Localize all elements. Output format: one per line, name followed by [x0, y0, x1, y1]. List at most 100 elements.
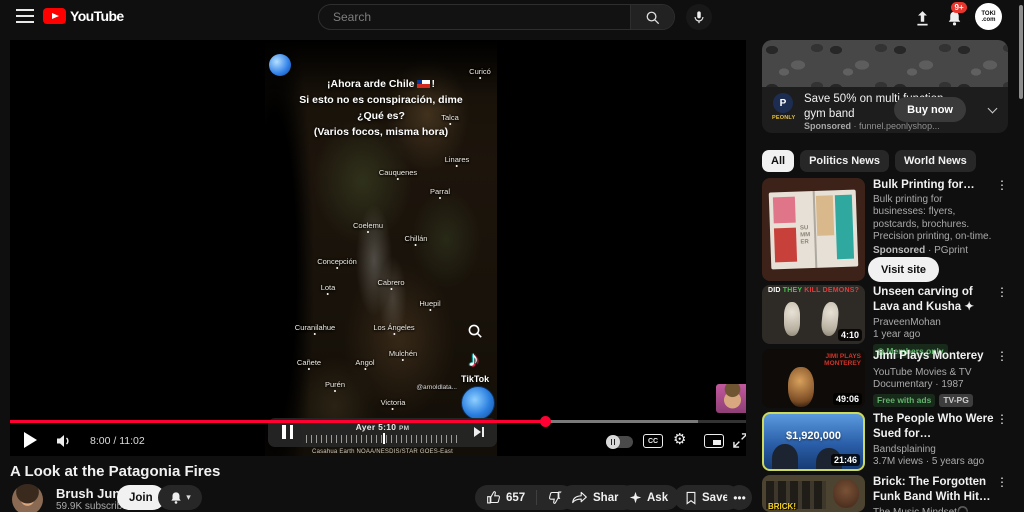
video-item-channel: PraveenMohan: [873, 317, 995, 328]
chip-all[interactable]: All: [762, 150, 794, 172]
thumbnail-caption: DID THEY KILL DEMONS?: [762, 287, 865, 294]
chevron-down-icon: ▾: [186, 492, 191, 503]
tiktok-watermark: @arnoldlata...: [305, 384, 457, 391]
chip-politics-news[interactable]: Politics News: [800, 150, 889, 172]
map-globe-icon: [269, 54, 291, 76]
video-thumbnail[interactable]: DID THEY KILL DEMONS? 4:10: [762, 285, 865, 344]
item-menu-icon[interactable]: ⋮: [996, 178, 1008, 192]
page-scrollbar[interactable]: [1019, 5, 1023, 99]
carving-figure: [784, 302, 800, 336]
recommended-video-item: $1,920,000 21:46 The People Who Were Sue…: [762, 412, 1008, 471]
tiktok-search-icon: [467, 323, 483, 339]
search-button[interactable]: [630, 5, 674, 29]
video-item-title[interactable]: Unseen carving of Lava and Kusha ✦: [873, 285, 995, 314]
notification-preference-button[interactable]: ▾: [158, 485, 202, 510]
sparkle-icon: [629, 491, 642, 504]
fullscreen-button[interactable]: [733, 433, 746, 448]
item-menu-icon[interactable]: ⋮: [996, 285, 1008, 299]
caption-line-1: ¡Ahora arde Chile!: [265, 76, 497, 92]
caption-line-2: Si esto no es conspiración, dime: [265, 92, 497, 108]
search-input[interactable]: [319, 5, 630, 29]
video-item-channel: Bandsplaining: [873, 444, 995, 455]
video-item-title[interactable]: Brick: The Forgotten Funk Band With Hits…: [873, 475, 995, 504]
facecam-thumbnail: [716, 384, 746, 413]
tiktok-logo-icon: ♪: [468, 346, 479, 372]
item-menu-icon[interactable]: ⋮: [996, 412, 1008, 426]
sidebar-ad-item: SU MM ER Bulk Printing for Business Bulk…: [762, 178, 1008, 282]
play-button[interactable]: [24, 432, 37, 448]
bell-icon: [169, 491, 183, 505]
voice-search-button[interactable]: [686, 4, 712, 30]
ad-chevron-icon[interactable]: [988, 104, 998, 114]
caption-line-4: (Varios focos, misma hora): [265, 124, 497, 140]
visit-site-button[interactable]: Visit site: [868, 257, 939, 282]
thumbs-up-icon: [486, 490, 501, 505]
volume-icon: [56, 434, 74, 448]
item-menu-icon[interactable]: ⋮: [996, 349, 1008, 363]
caption-line-3: ¿Qué es?: [265, 108, 497, 124]
account-avatar[interactable]: TOKI .com: [975, 3, 1002, 30]
mic-icon: [692, 10, 706, 24]
video-item-title[interactable]: Jimi Plays Monterey: [873, 349, 995, 364]
menu-icon[interactable]: [16, 9, 34, 23]
chile-flag-icon: [417, 80, 430, 88]
map-label: Victoria: [381, 398, 406, 407]
like-count: 657: [506, 492, 525, 504]
video-progress-bar[interactable]: [10, 420, 746, 423]
item-menu-icon[interactable]: ⋮: [996, 475, 1008, 489]
search-bar: [318, 4, 675, 30]
tiktok-sound-disc: [461, 386, 495, 420]
subtitles-button[interactable]: CC: [643, 434, 663, 448]
settings-button[interactable]: ⚙: [673, 430, 686, 448]
advertiser-logo: P: [773, 93, 793, 113]
ad-item-thumbnail[interactable]: SU MM ER: [762, 178, 865, 281]
advertiser-brand-name: PEONLY: [772, 115, 794, 121]
ad-cta-button[interactable]: Buy now: [894, 97, 966, 122]
autoplay-toggle[interactable]: [606, 436, 633, 448]
ad-banner-image[interactable]: [762, 40, 1008, 87]
played-bar: [10, 420, 545, 423]
map-label: Talca: [441, 113, 459, 122]
video-thumbnail[interactable]: JIMI PLAYS MONTEREY 49:06: [762, 349, 865, 408]
theater-mode-button[interactable]: [704, 434, 724, 448]
video-player[interactable]: ¡Ahora arde Chile! Si esto no es conspir…: [10, 40, 746, 456]
youtube-play-icon: [43, 8, 66, 24]
video-item-title[interactable]: The People Who Were Sued for Downloading…: [873, 412, 995, 441]
save-label: Save: [702, 492, 729, 504]
video-content-map: ¡Ahora arde Chile! Si esto no es conspir…: [265, 40, 497, 456]
volume-button[interactable]: [56, 434, 74, 448]
more-actions-button[interactable]: •••: [727, 485, 752, 510]
video-item-meta: 1 year ago: [873, 329, 995, 340]
map-label: Lota: [321, 283, 336, 292]
sidebar-ad-card[interactable]: P PEONLY Save 50% on multi function gym …: [762, 40, 1008, 133]
ask-label: Ask: [647, 492, 668, 504]
map-label: Parral: [430, 187, 450, 196]
ad-body: P PEONLY Save 50% on multi function gym …: [762, 87, 1008, 133]
video-thumbnail[interactable]: $1,920,000 21:46: [762, 412, 865, 471]
like-button[interactable]: 657: [475, 490, 536, 505]
youtube-logo[interactable]: YouTube: [43, 8, 124, 24]
upload-icon: [914, 10, 931, 27]
chip-world-news[interactable]: World News: [895, 150, 976, 172]
map-label: Curicó: [469, 67, 491, 76]
upload-button[interactable]: [912, 8, 932, 28]
sponsored-label: Sponsored: [804, 121, 851, 131]
map-label: Angol: [355, 358, 374, 367]
video-thumbnail[interactable]: BRICK!: [762, 475, 865, 512]
progress-scrubber[interactable]: [540, 416, 551, 427]
map-label: Mulchén: [389, 349, 417, 358]
masthead: YouTube 9+ TOKI: [0, 0, 1024, 34]
sponsored-label: Sponsored: [873, 245, 925, 256]
free-with-ads-badge: Free with ads: [873, 394, 935, 407]
ask-button[interactable]: Ask: [618, 485, 679, 510]
channel-avatar[interactable]: [12, 484, 43, 512]
face-figure: [833, 479, 859, 508]
map-label: Huepil: [419, 299, 440, 308]
recommended-video-item: DID THEY KILL DEMONS? 4:10 Unseen carvin…: [762, 285, 1008, 344]
duration-badge: 21:46: [831, 454, 860, 466]
video-title: A Look at the Patagonia Fires: [10, 463, 220, 480]
map-label: Cañete: [297, 358, 321, 367]
ad-item-title[interactable]: Bulk Printing for Business: [873, 178, 995, 193]
rating-badge: TV-PG: [939, 394, 973, 407]
map-label: Los Ángeles: [373, 323, 414, 332]
